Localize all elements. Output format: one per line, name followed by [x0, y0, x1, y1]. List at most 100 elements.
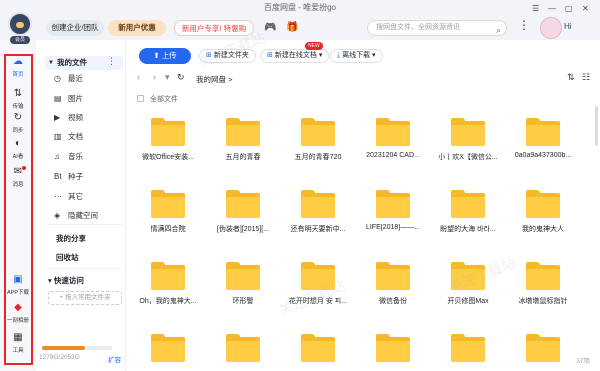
file-tile[interactable]: 花开时想月 安 피...: [281, 256, 355, 306]
svip-offer-button[interactable]: 新用户专享! 特惠购SVIP: [174, 20, 254, 49]
file-tile[interactable]: [506, 328, 580, 368]
sidebar-item[interactable]: ▤ 图片: [54, 93, 122, 105]
breadcrumb-separator: >: [228, 75, 233, 84]
file-tile[interactable]: [281, 328, 355, 368]
folder-icon: [151, 118, 185, 146]
sort-icon[interactable]: ⇅: [567, 72, 575, 83]
sidebar: ▼ 我的文件 ⋮ ◷ 最近 ▤ 图片 ▶ 视频 ▥ 文档 ♫ 音乐 Bt 种子 ⋯ 其它 ◈ 隐藏空间 我的分…: [36, 40, 126, 371]
rail-item-sync[interactable]: ↻ 同步: [4, 112, 32, 134]
file-tile[interactable]: 我的鬼神大人: [506, 184, 580, 234]
rail-label: 传输: [12, 104, 24, 110]
folder-icon: [526, 334, 560, 362]
search-input[interactable]: 搜网盘文件、全网资源资讯 ⌕: [367, 20, 507, 36]
file-name: 花开时想月 安 피...: [288, 298, 348, 305]
file-tile[interactable]: 微信备份: [356, 256, 430, 306]
rail-item-transfer[interactable]: ⇅ 传输: [4, 88, 32, 110]
close-icon[interactable]: ✕: [582, 4, 589, 13]
file-tile[interactable]: [131, 328, 205, 368]
file-tile[interactable]: [356, 328, 430, 368]
my-files-label: 我的文件: [57, 58, 87, 67]
search-placeholder: 搜网盘文件、全网资源资讯: [376, 24, 460, 31]
scrollbar[interactable]: [595, 106, 598, 146]
offline-download-button[interactable]: ⤓ 离线下载 ▾: [330, 49, 383, 63]
sidebar-item-icon: ▥: [54, 132, 62, 141]
rail-item-home[interactable]: ☁ 首页: [4, 56, 32, 78]
search-icon[interactable]: ⌕: [496, 23, 501, 37]
folder-icon: [376, 190, 410, 218]
sidebar-item-my-share[interactable]: 我的分享: [56, 233, 86, 244]
new-doc-icon: ⊞: [267, 52, 273, 59]
rail-item-album[interactable]: ◆ 一刻相册: [4, 302, 32, 324]
sidebar-item[interactable]: ▶ 视频: [54, 112, 122, 124]
folder-icon: [226, 262, 260, 290]
sidebar-item[interactable]: ⋯ 其它: [54, 191, 122, 203]
file-tile[interactable]: 情满四合院: [131, 184, 205, 234]
file-tile[interactable]: 开贝修图Max: [431, 256, 505, 306]
file-tile[interactable]: 小丨欢X【微信公...: [431, 112, 505, 162]
upload-button[interactable]: ⬆ 上传: [139, 48, 191, 64]
sidebar-item[interactable]: ◈ 隐藏空间: [54, 210, 122, 222]
app-download-icon: ▣: [13, 274, 23, 285]
app-logo[interactable]: [8, 12, 32, 36]
history-dropdown-icon[interactable]: ▾: [165, 72, 170, 83]
file-tile[interactable]: LIFE[2018]——...: [356, 184, 430, 231]
select-all-row[interactable]: 全部文件: [137, 94, 178, 104]
nav-row: ‹ › ▾ ↻ 我的网盘 > ⇅ ☷: [127, 70, 600, 88]
folder-icon: [301, 118, 335, 146]
maximize-icon[interactable]: ▢: [565, 4, 573, 13]
file-name: 环形警: [232, 298, 254, 305]
rail-item-message[interactable]: ✉ 消息: [4, 166, 32, 188]
file-tile[interactable]: 还有明天要新中...: [281, 184, 355, 234]
sidebar-item-label: 种子: [68, 172, 83, 181]
file-tile[interactable]: 0a0a9a437300b...: [506, 112, 580, 159]
file-tile[interactable]: 盼望的大海 바라...: [431, 184, 505, 234]
new-folder-button[interactable]: ⊞ 新建文件夹: [199, 49, 256, 63]
sidebar-item-label: 隐藏空间: [68, 211, 98, 220]
back-icon[interactable]: ‹: [137, 72, 140, 82]
file-tile[interactable]: 微软Office安装...: [131, 112, 205, 162]
game-icon[interactable]: 🎮: [264, 22, 276, 34]
avatar[interactable]: [540, 17, 562, 39]
view-toggle-icon[interactable]: ☷: [582, 72, 590, 83]
file-tile[interactable]: 环形警: [206, 256, 280, 306]
unread-dot: [22, 166, 26, 170]
new-online-doc-button[interactable]: ⊞ 新建在线文档 ▾: [260, 49, 330, 63]
rail-label: 工具: [12, 348, 24, 354]
folder-icon: [376, 262, 410, 290]
create-enterprise-button[interactable]: 创建企业/团队: [46, 20, 104, 36]
gift-icon[interactable]: 🎁: [286, 22, 298, 34]
rail-item-tools[interactable]: ▦ 工具: [4, 332, 32, 354]
minimize-icon[interactable]: —: [548, 4, 556, 13]
file-tile[interactable]: 五月的青春: [206, 112, 280, 162]
sidebar-item-recycle[interactable]: 回收站: [56, 252, 79, 263]
sidebar-item[interactable]: ◷ 最近: [54, 73, 122, 85]
select-all-checkbox[interactable]: [137, 95, 144, 102]
sidebar-more-icon[interactable]: ⋮: [107, 56, 116, 67]
greeting: Hi: [564, 22, 572, 31]
rail-item-ai[interactable]: ◐ AI看: [4, 138, 32, 160]
rail-item-app-download[interactable]: ▣ APP下载: [4, 274, 32, 296]
refresh-icon[interactable]: ↻: [177, 72, 185, 83]
newuser-offer-button[interactable]: 新用户优惠: [108, 20, 166, 36]
file-tile[interactable]: [431, 328, 505, 368]
sidebar-item[interactable]: ♫ 音乐: [54, 151, 122, 163]
forward-icon[interactable]: ›: [153, 72, 156, 82]
sidebar-item[interactable]: ▥ 文档: [54, 131, 122, 143]
file-tile[interactable]: 五月的青春720: [281, 112, 355, 162]
file-name: 五月的青春720: [294, 154, 342, 161]
file-tile[interactable]: [206, 328, 280, 368]
file-tile[interactable]: [伪装者][2015][...: [206, 184, 280, 234]
sidebar-item[interactable]: Bt 种子: [54, 171, 122, 183]
more-options-icon[interactable]: ⋮: [518, 18, 530, 32]
menu-icon[interactable]: ☰: [532, 4, 539, 13]
breadcrumb[interactable]: 我的网盘 >: [196, 74, 232, 85]
new-folder-icon: ⊞: [206, 52, 212, 59]
window-title: 百度网盘 - 唯爱扮go: [263, 3, 336, 12]
file-tile[interactable]: 20231204 CAD...: [356, 112, 430, 159]
file-tile[interactable]: 冰墩墩鼠标指针: [506, 256, 580, 306]
file-tile[interactable]: Oh，我的鬼神大...: [131, 256, 205, 306]
quick-access-header[interactable]: ▾ 快速访问: [48, 275, 84, 286]
expand-storage-link[interactable]: 扩容: [108, 354, 121, 364]
add-quick-folder[interactable]: + 拖入常用文件夹: [48, 291, 122, 305]
file-name: [伪装者][2015][...: [216, 226, 270, 233]
